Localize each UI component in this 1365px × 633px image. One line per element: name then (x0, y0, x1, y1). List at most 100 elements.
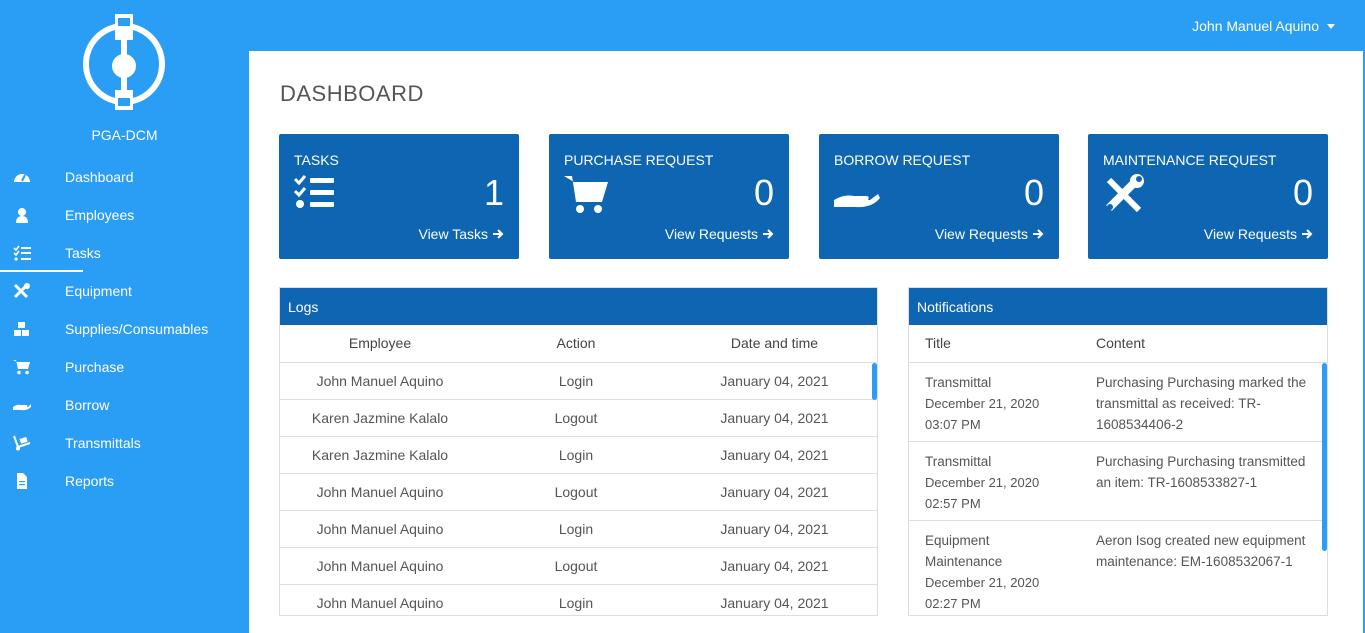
table-cell: January 04, 2021 (672, 510, 877, 548)
notification-time: 03:07 PM (925, 416, 981, 432)
cart-icon (13, 360, 30, 375)
table-row: Karen Jazmine Kalalo Logout January 04, 20… (280, 399, 877, 437)
view-borrow-requests-link[interactable]: View Requests (935, 226, 1044, 242)
arrow-right-icon (763, 229, 774, 239)
table-cell: Login (480, 584, 672, 615)
view-maintenance-requests-link[interactable]: View Requests (1204, 226, 1313, 242)
notification-date: December 21, 2020 (925, 395, 1040, 411)
user-menu[interactable]: John Manuel Aquino (1192, 18, 1335, 34)
notifications-scrollbar[interactable] (1322, 363, 1327, 551)
pga-logo (83, 14, 165, 110)
card-count: 1 (483, 172, 504, 213)
boxes-icon (14, 322, 29, 336)
table-cell: January 04, 2021 (672, 473, 877, 511)
notification-row[interactable]: Transmittal December 21, 2020 03:07 PM Purc… (909, 362, 1327, 442)
sidebar-item-employees[interactable]: Employees (0, 196, 249, 234)
sidebar-item-label: Equipment (65, 283, 132, 299)
notifications-table-body: Transmittal December 21, 2020 03:07 PM Purc… (909, 362, 1327, 615)
notification-title-cell: Equipment Maintenance December 21, 2020 02… (909, 520, 1080, 615)
hand-icon (13, 404, 31, 411)
column-header: Title (909, 325, 1080, 363)
table-cell: Login (480, 510, 672, 548)
sidebar-item-label: Employees (65, 207, 135, 223)
card-count: 0 (753, 172, 774, 213)
sidebar-item-equipment[interactable]: Equipment (0, 272, 249, 310)
table-row: John Manuel Aquino Logout January 04, 2021 (280, 473, 877, 511)
table-cell: January 04, 2021 (672, 362, 877, 400)
logs-table: Employee Action Date and time John Manue… (280, 325, 877, 615)
logs-scrollbar[interactable] (872, 363, 877, 400)
sidebar-item-label: Supplies/Consumables (65, 321, 209, 337)
notification-title: Equipment Maintenance (925, 532, 1003, 569)
logs-panel: Logs Employee Action Date and time John … (279, 287, 878, 616)
view-purchase-requests-link[interactable]: View Requests (665, 226, 774, 242)
sidebar-item-borrow[interactable]: Borrow (0, 386, 249, 424)
sidebar-item-label: Tasks (65, 245, 101, 261)
table-cell: Login (480, 436, 672, 474)
card-title: BORROW REQUEST (834, 152, 971, 168)
gauge-icon (14, 174, 30, 182)
card-link-label: View Requests (664, 226, 758, 242)
table-cell: Logout (480, 473, 672, 511)
column-header: Employee (280, 325, 480, 363)
card-title: MAINTENANCE REQUEST (1103, 152, 1277, 168)
table-cell: Login (480, 362, 672, 400)
table-row: John Manuel Aquino Login January 04, 2021 (280, 510, 877, 548)
logs-panel-title: Logs (280, 288, 877, 325)
top-bar: John Manuel Aquino (249, 0, 1365, 51)
arrow-right-icon (1033, 229, 1044, 239)
table-row: John Manuel Aquino Logout January 04, 2021 (280, 547, 877, 585)
sidebar: PGA-DCM Dashboard Employees Tasks Equipm… (0, 0, 249, 633)
notification-content: Aeron Isog created new equipment mainten… (1080, 520, 1327, 615)
notification-row[interactable]: Transmittal December 21, 2020 02:57 PM Purc… (909, 441, 1327, 521)
notifications-panel-title: Notifications (909, 288, 1327, 325)
notification-date: December 21, 2020 (925, 474, 1040, 490)
table-row: Karen Jazmine Kalalo Login January 04, 202… (280, 436, 877, 474)
column-header: Action (480, 325, 672, 363)
caret-down-icon (1327, 23, 1335, 29)
notification-date: December 21, 2020 (925, 574, 1040, 590)
user-icon (16, 208, 28, 223)
sidebar-item-label: Purchase (65, 359, 125, 375)
arrow-right-icon (493, 229, 504, 239)
sidebar-item-tasks[interactable]: Tasks (0, 234, 249, 272)
notification-content: Purchasing Purchasing transmitted an ite… (1080, 441, 1327, 521)
card-title: PURCHASE REQUEST (564, 152, 714, 168)
sidebar-item-dashboard[interactable]: Dashboard (0, 158, 249, 196)
hand-icon (834, 194, 880, 208)
table-cell: January 04, 2021 (672, 436, 877, 474)
tasks-icon (13, 245, 31, 261)
sidebar-item-reports[interactable]: Reports (0, 462, 249, 500)
tools-icon (13, 283, 30, 299)
file-icon (17, 473, 27, 489)
cart-icon (564, 176, 608, 213)
card-count: 0 (1292, 172, 1313, 213)
sidebar-nav: Dashboard Employees Tasks Equipment Supp… (0, 158, 249, 500)
sidebar-item-supplies[interactable]: Supplies/Consumables (0, 310, 249, 348)
card-title: TASKS (294, 152, 339, 168)
maintenance-request-card: MAINTENANCE REQUEST 0 View Requests (1088, 134, 1328, 259)
sidebar-item-transmittals[interactable]: Transmittals (0, 424, 249, 462)
table-cell: January 04, 2021 (672, 399, 877, 437)
sidebar-item-purchase[interactable]: Purchase (0, 348, 249, 386)
table-cell: Karen Jazmine Kalalo (280, 399, 480, 437)
notification-time: 02:57 PM (925, 495, 981, 511)
notification-title: Transmittal (925, 374, 992, 390)
dolly-icon (13, 435, 31, 451)
column-header: Date and time (672, 325, 877, 363)
table-row: John Manuel Aquino Login January 04, 2021 (280, 584, 877, 615)
tasks-card: TASKS 1 View Tasks (279, 134, 519, 259)
table-cell: Logout (480, 399, 672, 437)
table-header-row: Employee Action Date and time (280, 325, 877, 363)
sidebar-item-label: Dashboard (65, 169, 134, 185)
card-count: 0 (1023, 172, 1044, 213)
view-tasks-link[interactable]: View Tasks (418, 226, 504, 242)
brand-name: PGA-DCM (91, 127, 158, 143)
notification-time: 02:27 PM (925, 595, 981, 611)
notifications-panel: Notifications Title Content Transmittal D… (908, 287, 1328, 616)
notification-content: Purchasing Purchasing marked the transmi… (1080, 362, 1327, 442)
notification-row[interactable]: Equipment Maintenance December 21, 2020 02… (909, 520, 1327, 615)
table-cell: January 04, 2021 (672, 547, 877, 585)
arrow-right-icon (1302, 229, 1313, 239)
sidebar-item-label: Reports (65, 473, 115, 489)
